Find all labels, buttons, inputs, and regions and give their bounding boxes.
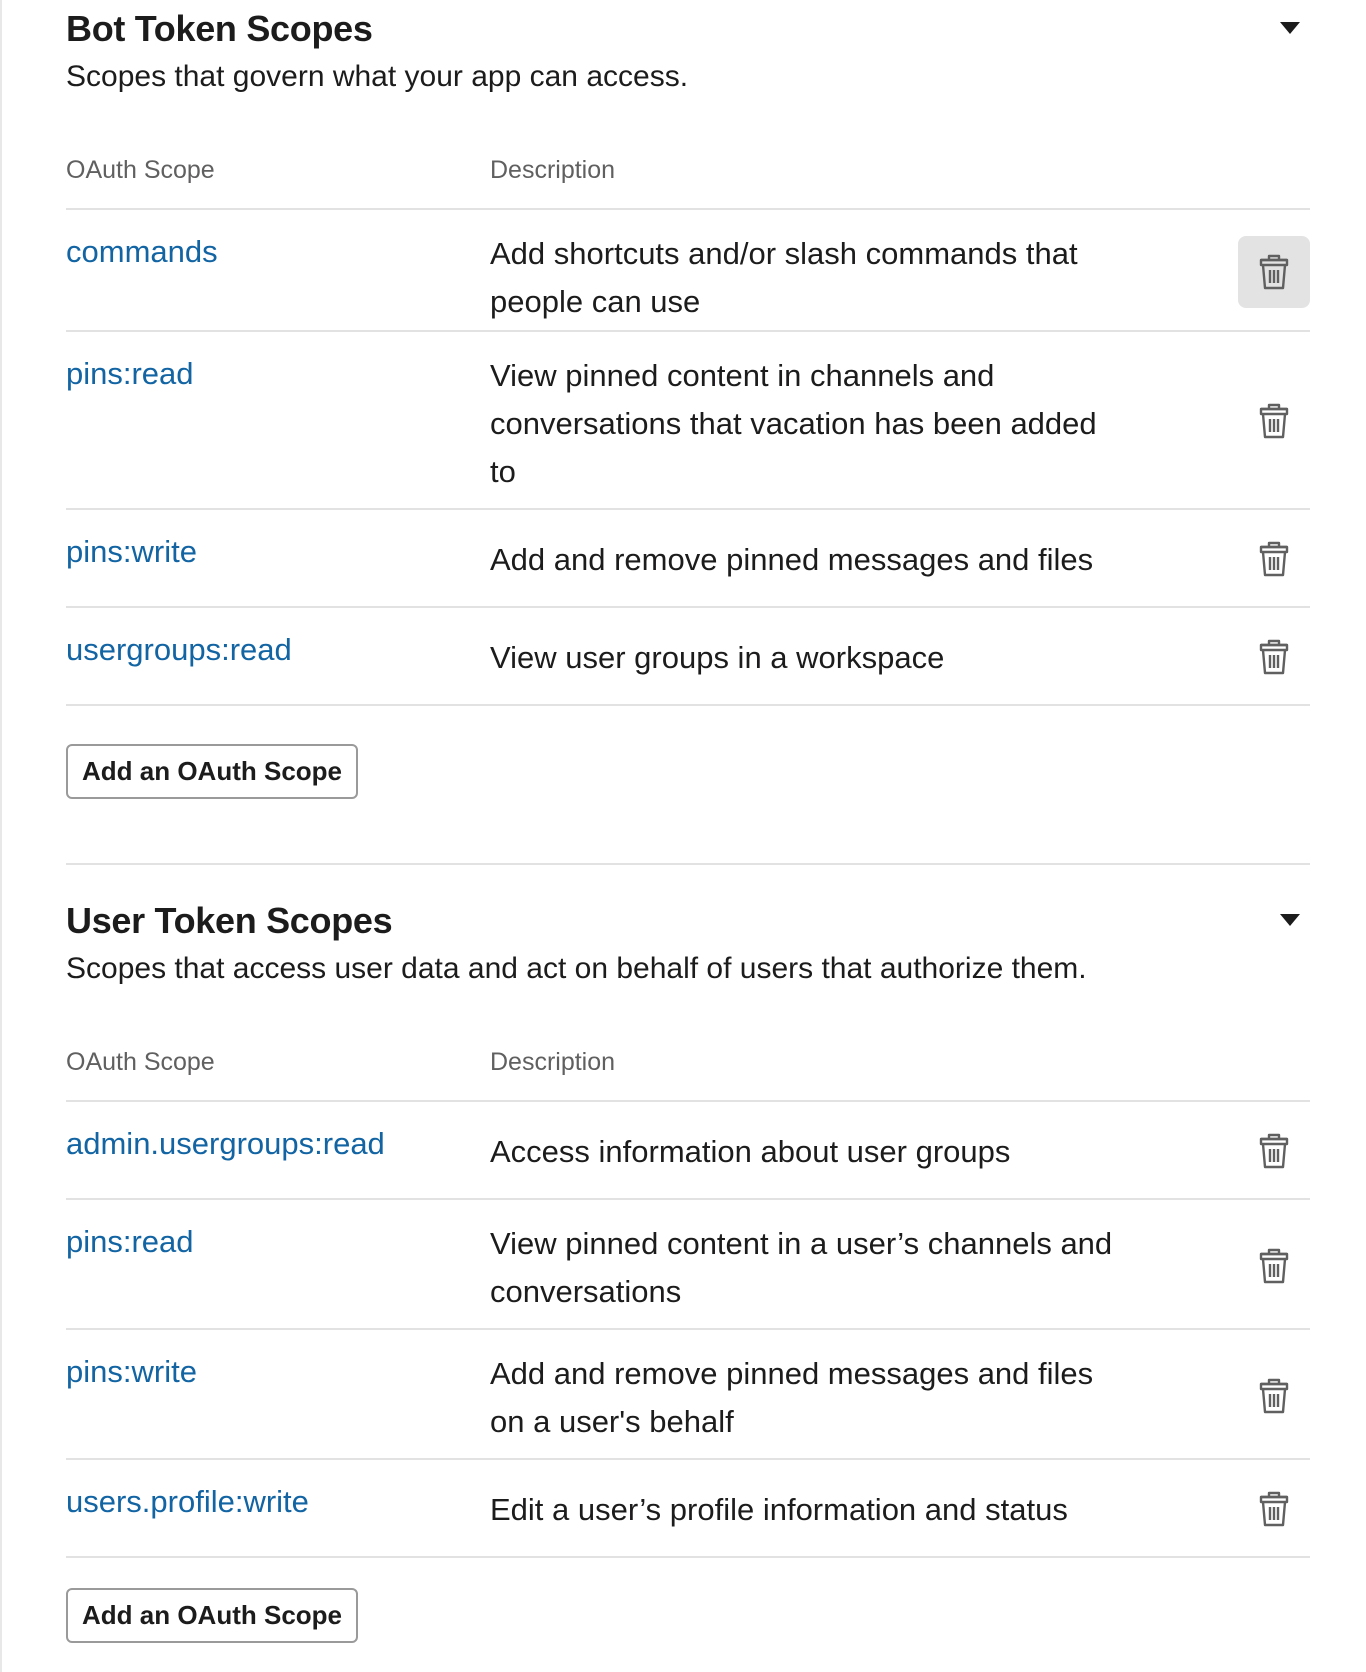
delete-scope-button[interactable] (1238, 385, 1310, 457)
scope-name-link[interactable]: pins:read (66, 1224, 194, 1260)
trash-icon (1259, 1248, 1289, 1284)
trash-icon (1259, 1133, 1289, 1169)
table-row: admin.usergroups:read Access information… (66, 1102, 1310, 1200)
table-row: pins:read View pinned content in a user’… (66, 1200, 1310, 1330)
column-header-oauth-scope: OAuth Scope (66, 1048, 215, 1076)
table-row: pins:write Add and remove pinned message… (66, 1330, 1310, 1460)
delete-scope-button[interactable] (1238, 1230, 1310, 1302)
trash-icon (1259, 541, 1289, 577)
scope-description: View user groups in a workspace (490, 640, 945, 675)
user-section-subtitle: Scopes that access user data and act on … (66, 952, 1087, 985)
scope-description: Add shortcuts and/or slash commands that… (490, 236, 1078, 319)
scope-description: Add and remove pinned messages and files (490, 542, 1094, 577)
user-section-title: User Token Scopes (66, 900, 393, 941)
bot-section-title: Bot Token Scopes (66, 8, 373, 49)
scope-description: View pinned content in channels and conv… (490, 358, 1097, 489)
scope-name-link[interactable]: usergroups:read (66, 632, 292, 668)
table-row: commands Add shortcuts and/or slash comm… (66, 210, 1310, 332)
scope-name-link[interactable]: users.profile:write (66, 1484, 309, 1520)
caret-down-icon (1280, 914, 1300, 926)
user-table-header: OAuth Scope Description (66, 1010, 1310, 1102)
scope-name-link[interactable]: pins:read (66, 356, 194, 392)
caret-down-icon (1280, 22, 1300, 34)
delete-scope-button[interactable] (1238, 1115, 1310, 1187)
scope-description: Add and remove pinned messages and files… (490, 1356, 1094, 1439)
delete-scope-button[interactable] (1238, 523, 1310, 595)
user-section-header: User Token Scopes Scopes that access use… (66, 892, 1310, 1010)
user-token-scopes-section: User Token Scopes Scopes that access use… (66, 892, 1310, 1643)
bot-table-header: OAuth Scope Description (66, 118, 1310, 210)
delete-scope-button[interactable] (1238, 1473, 1310, 1545)
delete-scope-button[interactable] (1238, 236, 1310, 308)
scope-name-link[interactable]: pins:write (66, 1354, 197, 1390)
scope-name-link[interactable]: pins:write (66, 534, 197, 570)
table-row: usergroups:read View user groups in a wo… (66, 608, 1310, 706)
trash-icon (1259, 639, 1289, 675)
bot-section-collapse-toggle[interactable] (1270, 8, 1310, 48)
page-left-border (0, 0, 2, 1672)
section-divider (66, 863, 1310, 865)
trash-icon (1259, 1378, 1289, 1414)
delete-scope-button[interactable] (1238, 1360, 1310, 1432)
delete-scope-button[interactable] (1238, 621, 1310, 693)
scope-description: View pinned content in a user’s channels… (490, 1226, 1113, 1309)
scope-name-link[interactable]: admin.usergroups:read (66, 1126, 385, 1162)
table-row: pins:write Add and remove pinned message… (66, 510, 1310, 608)
trash-icon (1259, 254, 1289, 290)
add-oauth-scope-button[interactable]: Add an OAuth Scope (66, 744, 358, 799)
column-header-description: Description (490, 156, 616, 184)
bot-token-scopes-section: Bot Token Scopes Scopes that govern what… (66, 0, 1310, 799)
add-oauth-scope-button[interactable]: Add an OAuth Scope (66, 1588, 358, 1643)
bot-section-header: Bot Token Scopes Scopes that govern what… (66, 0, 1310, 118)
scope-description: Edit a user’s profile information and st… (490, 1492, 1068, 1527)
column-header-description: Description (490, 1048, 616, 1076)
column-header-oauth-scope: OAuth Scope (66, 156, 215, 184)
scope-description: Access information about user groups (490, 1134, 1011, 1169)
scope-name-link[interactable]: commands (66, 234, 218, 270)
user-section-collapse-toggle[interactable] (1270, 900, 1310, 940)
table-row: users.profile:write Edit a user’s profil… (66, 1460, 1310, 1558)
trash-icon (1259, 1491, 1289, 1527)
bot-section-subtitle: Scopes that govern what your app can acc… (66, 60, 689, 93)
trash-icon (1259, 403, 1289, 439)
table-row: pins:read View pinned content in channel… (66, 332, 1310, 510)
